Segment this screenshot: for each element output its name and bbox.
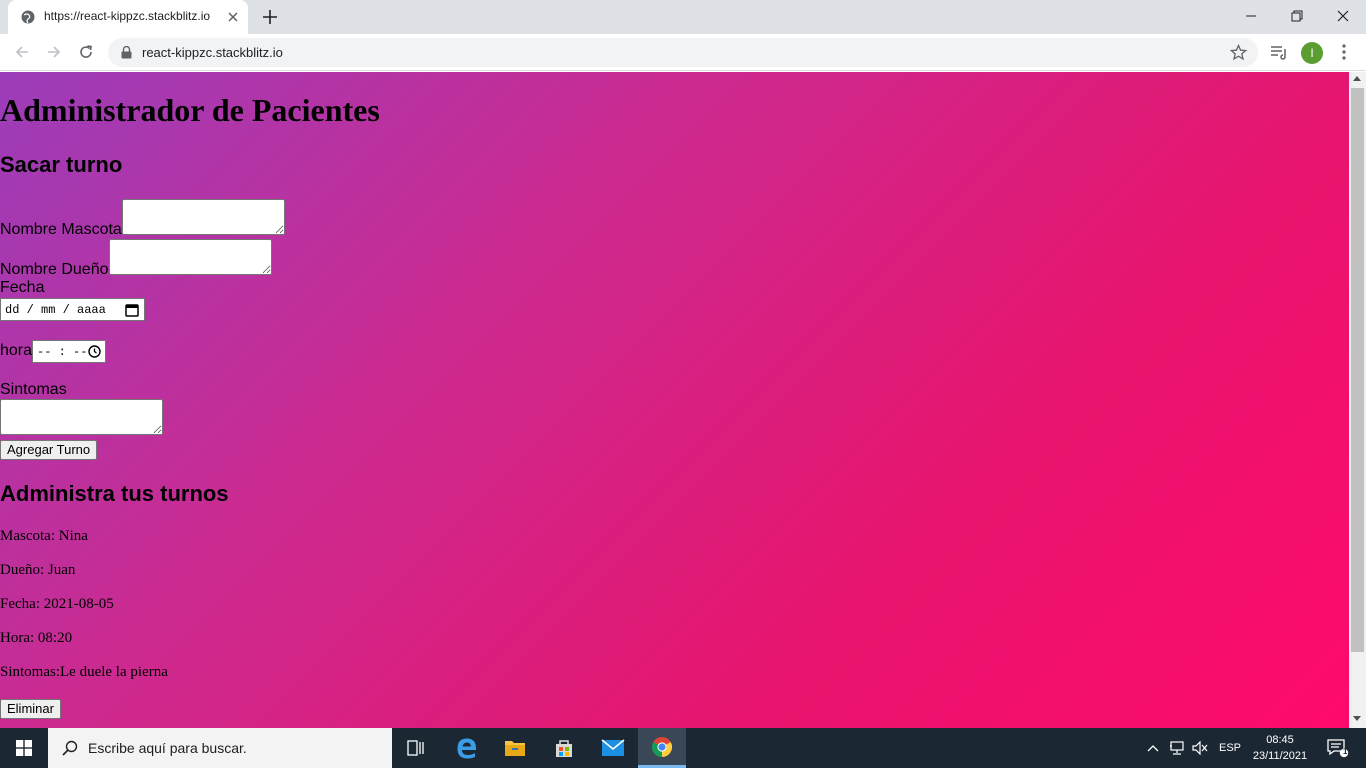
page-title: Administrador de Pacientes <box>0 92 380 128</box>
edge-icon <box>457 738 477 759</box>
date-input[interactable]: dd / mm / aaaa <box>0 298 145 321</box>
minimize-icon <box>1246 15 1256 17</box>
star-icon[interactable] <box>1230 44 1247 61</box>
edge-app[interactable] <box>443 728 491 768</box>
scroll-thumb[interactable] <box>1351 88 1364 652</box>
folder-icon <box>505 741 525 756</box>
volume-muted-icon <box>1192 741 1208 755</box>
arrow-left-icon <box>15 46 28 58</box>
clock-icon[interactable] <box>88 345 101 358</box>
restore-button[interactable] <box>1274 0 1320 32</box>
chrome-app[interactable] <box>638 728 686 768</box>
pet-name-input[interactable] <box>122 199 285 235</box>
appointment-date: Fecha: 2021-08-05 <box>0 596 114 612</box>
appointment-owner: Dueño: Juan <box>0 562 76 578</box>
owner-name-label: Nombre Dueño <box>0 261 109 278</box>
list-heading: Administra tus turnos <box>0 481 229 506</box>
page-viewport: Administrador de Pacientes Sacar turno N… <box>0 72 1349 728</box>
chevron-up-icon <box>1147 745 1159 752</box>
minimize-button[interactable] <box>1228 0 1274 32</box>
owner-name-input[interactable] <box>109 239 272 275</box>
mail-icon <box>601 739 625 756</box>
arrow-right-icon <box>48 46 61 58</box>
tab-strip: https://react-kippzc.stackblitz.io <box>0 0 1366 34</box>
date-label: Fecha <box>0 279 45 296</box>
search-placeholder: Escribe aquí para buscar. <box>88 740 247 756</box>
clock-date: 23/11/2021 <box>1252 750 1308 762</box>
windows-logo-icon <box>16 740 32 756</box>
scroll-down-arrow-icon[interactable] <box>1353 716 1361 721</box>
store-bag-icon <box>556 740 572 757</box>
start-button[interactable] <box>0 728 48 768</box>
reload-button[interactable] <box>76 42 96 62</box>
time-label: hora <box>0 342 33 359</box>
close-window-button[interactable] <box>1320 0 1366 32</box>
action-center-button[interactable]: 1 <box>1318 728 1358 768</box>
taskbar-clock[interactable]: 08:45 23/11/2021 <box>1248 732 1312 764</box>
chrome-icon <box>651 736 673 757</box>
add-appointment-button[interactable]: Agregar Turno <box>0 440 98 460</box>
appointment-symptoms: Sintomas:Le duele la pierna <box>0 664 168 680</box>
notification-count: 1 <box>1343 747 1348 756</box>
volume-status[interactable] <box>1190 728 1210 768</box>
appointment-time: Hora: 08:20 <box>0 630 73 646</box>
reload-icon <box>80 45 92 58</box>
time-placeholder: -- : -- <box>37 345 88 359</box>
task-view-icon <box>407 740 424 756</box>
new-tab-icon[interactable] <box>261 8 279 26</box>
file-explorer-app[interactable] <box>491 728 539 768</box>
form-heading: Sacar turno <box>0 152 123 177</box>
language-indicator[interactable]: ESP <box>1214 728 1246 768</box>
address-bar[interactable]: react-kippzc.stackblitz.io <box>108 38 1258 67</box>
scroll-up-arrow-icon[interactable] <box>1353 76 1361 81</box>
time-input[interactable]: -- : -- <box>32 340 106 363</box>
calendar-icon[interactable] <box>125 303 139 317</box>
clock-time: 08:45 <box>1266 734 1294 746</box>
tab-title: https://react-kippzc.stackblitz.io <box>44 9 211 23</box>
close-icon <box>1337 10 1349 22</box>
pet-name-label: Nombre Mascota <box>0 221 122 238</box>
search-icon <box>62 740 78 756</box>
network-icon <box>1170 741 1184 755</box>
url-text: react-kippzc.stackblitz.io <box>142 45 283 60</box>
back-button[interactable] <box>12 42 32 62</box>
browser-tab[interactable]: https://react-kippzc.stackblitz.io <box>8 0 248 34</box>
date-placeholder: dd / mm / aaaa <box>5 303 106 317</box>
page-scrollbar[interactable] <box>1349 72 1366 728</box>
symptoms-label: Sintomas <box>0 381 67 398</box>
show-hidden-icons[interactable] <box>1144 728 1162 768</box>
task-view-button[interactable] <box>392 728 440 768</box>
taskbar: Escribe aquí para buscar. ESP 08:45 23/1… <box>0 728 1366 768</box>
close-tab-icon[interactable] <box>226 10 240 24</box>
media-control-icon[interactable] <box>1270 44 1288 60</box>
more-options-icon[interactable] <box>1336 43 1352 61</box>
taskbar-search[interactable]: Escribe aquí para buscar. <box>48 728 392 768</box>
lock-icon <box>121 46 132 59</box>
profile-avatar[interactable]: I <box>1301 42 1323 64</box>
globe-icon <box>21 10 35 24</box>
mail-app[interactable] <box>589 728 637 768</box>
restore-icon <box>1291 10 1303 22</box>
appointment-pet: Mascota: Nina <box>0 528 88 544</box>
network-status[interactable] <box>1166 728 1188 768</box>
delete-appointment-button[interactable]: Eliminar <box>0 699 61 719</box>
forward-button[interactable] <box>44 42 64 62</box>
symptoms-input[interactable] <box>0 399 163 435</box>
browser-toolbar: react-kippzc.stackblitz.io I <box>0 34 1366 71</box>
store-app[interactable] <box>540 728 588 768</box>
